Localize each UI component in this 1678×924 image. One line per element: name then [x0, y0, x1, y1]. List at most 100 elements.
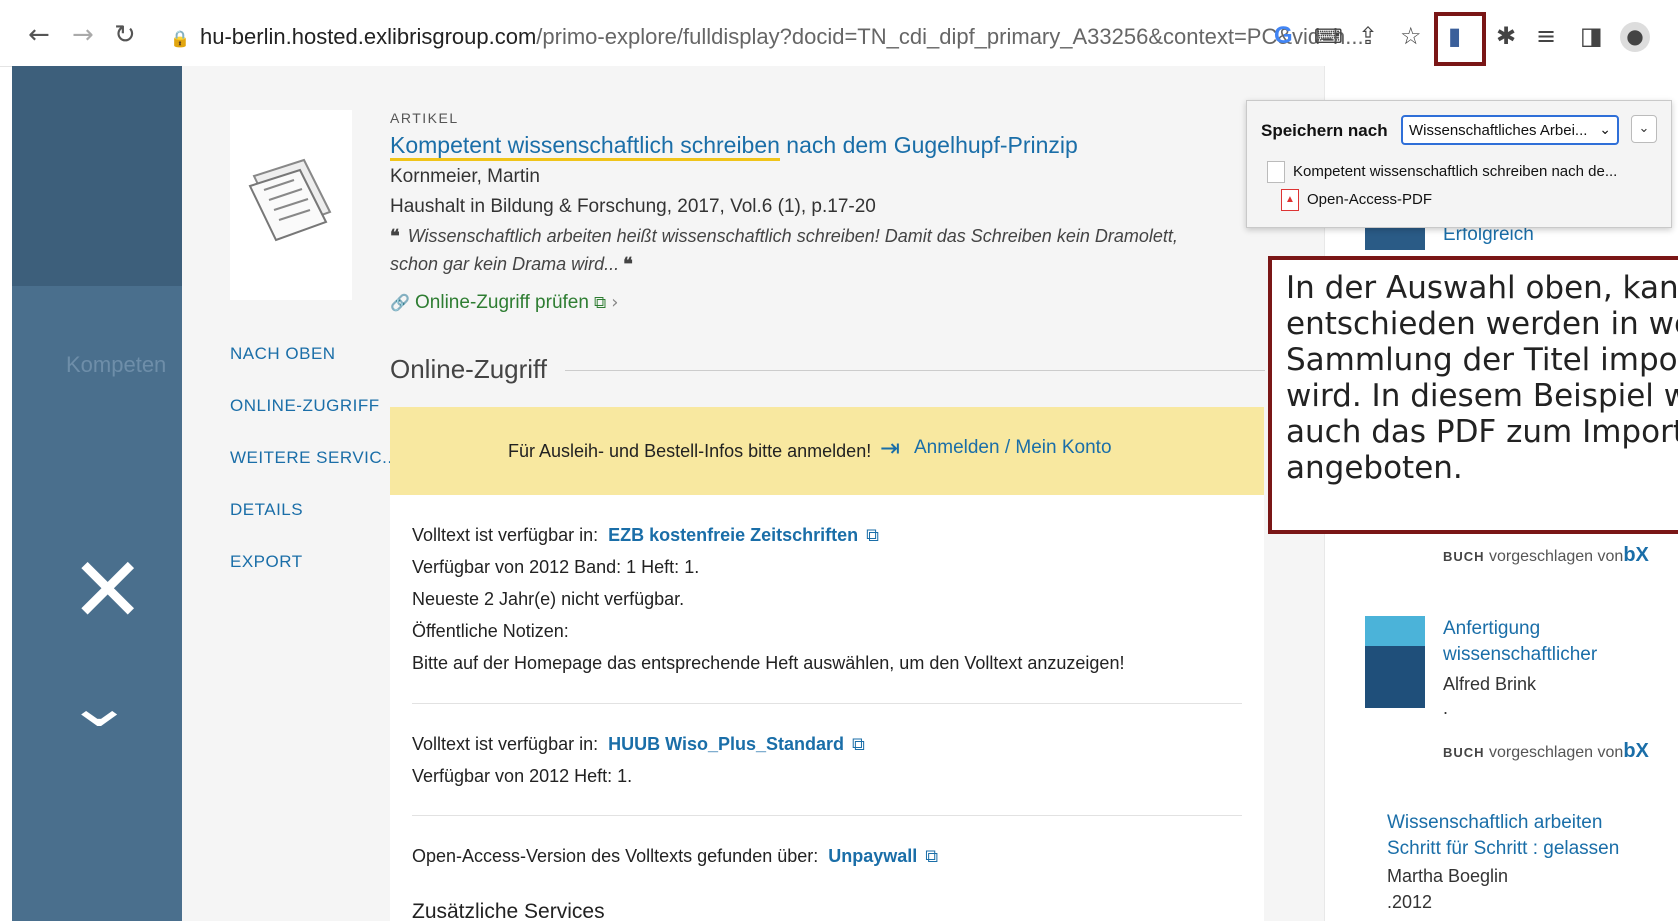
record-snippet: ❝ Wissenschaftlich arbeiten heißt wissens… [390, 222, 1190, 278]
oa-prefix: Open-Access-Version des Volltexts gefund… [412, 846, 819, 866]
close-icon[interactable]: ✕ [70, 546, 145, 636]
nav-details[interactable]: DETAILS [230, 500, 303, 520]
access-entry-1-line-5: Bitte auf der Homepage das entsprechende… [412, 653, 1125, 673]
access-prefix: Volltext ist verfügbar in: [412, 525, 599, 545]
bx-logo: bX [1623, 544, 1649, 566]
annotation-callout: In der Auswahl oben, kann entschieden we… [1268, 256, 1678, 534]
save-to-popup: Speichern nach Wissenschaftliches Arbei.… [1246, 100, 1672, 228]
related-item-1-title[interactable]: Anfertigung wissenschaftlicher [1443, 616, 1597, 668]
check-access-row[interactable]: 🔗 Online-Zugriff prüfen ⧉ › [390, 292, 618, 314]
access-entry-2-line-1: Volltext ist verfügbar in: HUUB Wiso_Plu… [412, 734, 865, 755]
access-entry-1-line-3: Neueste 2 Jahr(e) nicht verfügbar. [412, 589, 685, 609]
login-link[interactable]: ⇥ Anmelden / Mein Konto [880, 435, 1112, 462]
suggest-type: BUCH [1443, 549, 1485, 564]
login-link-label: Anmelden / Mein Konto [914, 437, 1112, 458]
huub-link[interactable]: HUUB Wiso_Plus_Standard [608, 734, 844, 754]
ezb-link[interactable]: EZB kostenfreie Zeitschriften [608, 525, 858, 545]
bookmark-star-icon[interactable]: ☆ [1400, 22, 1422, 50]
pdf-icon: ▲ [1281, 189, 1299, 211]
reading-list-icon[interactable]: ≡ [1536, 22, 1556, 50]
related-item-2-title[interactable]: Wissenschaftlich arbeiten Schritt für Sch… [1387, 810, 1619, 862]
access-entry-1-line-2: Verfügbar von 2012 Band: 1 Heft: 1. [412, 557, 700, 577]
external-link-icon: ⧉ [866, 525, 880, 545]
save-to-label: Speichern nach [1261, 121, 1388, 140]
chevron-down-icon: ⌄ [1599, 121, 1611, 137]
check-access-link[interactable]: Online-Zugriff prüfen [415, 292, 589, 313]
reload-icon[interactable]: ↻ [114, 20, 136, 50]
menu-kebab-icon[interactable]: ⋮ [1668, 22, 1678, 50]
snippet-line-1: Wissenschaftlich arbeiten heißt wissensc… [407, 226, 1178, 246]
import-item-pdf[interactable]: ▲ Open-Access-PDF [1281, 189, 1432, 211]
import-item-pdf-label: Open-Access-PDF [1307, 190, 1433, 208]
external-link-icon: ⧉ [594, 293, 607, 312]
item1-title-line-1: Anfertigung [1443, 618, 1541, 639]
collection-select[interactable]: Wissenschaftliches Arbei... ⌄ [1401, 115, 1619, 145]
document-icon [248, 158, 332, 242]
suggest-text: vorgeschlagen von [1484, 744, 1624, 761]
share-icon[interactable]: ⇪ [1358, 22, 1378, 50]
document-icon [1267, 161, 1285, 183]
record-thumbnail [230, 110, 352, 300]
quote-close-icon: ❝ [623, 254, 633, 274]
access-panel: Volltext ist verfügbar in: EZB kostenfre… [390, 495, 1264, 923]
unpaywall-link[interactable]: Unpaywall [828, 846, 917, 866]
login-message: Für Ausleih- und Bestell-Infos bitte anm… [508, 441, 872, 461]
suggestion-source-1: BUCH vorgeschlagen vonbX [1443, 544, 1649, 567]
external-link-icon: ⧉ [925, 846, 939, 866]
access-divider [412, 703, 1242, 704]
item2-title-line-1: Wissenschaftlich arbeiten [1387, 812, 1603, 833]
open-access-line: Open-Access-Version des Volltexts gefund… [412, 846, 938, 867]
item1-title-line-2: wissenschaftlicher [1443, 644, 1598, 665]
access-entry-1-line-4: Öffentliche Notizen: [412, 621, 569, 641]
link-icon: 🔗 [390, 293, 410, 312]
title-highlight: Kompetent wissenschaftlich schreiben [390, 132, 780, 161]
snippet-line-2: schon gar kein Drama wird... [390, 254, 620, 274]
access-prefix: Volltext ist verfügbar in: [412, 734, 599, 754]
lock-icon: 🔒 [170, 29, 190, 48]
import-item-title-label: Kompetent wissenschaftlich schreiben nac… [1293, 162, 1618, 180]
profile-avatar-icon[interactable]: ● [1620, 22, 1650, 52]
chevron-down-icon: ⌄ [1638, 121, 1650, 136]
suggest-type: BUCH [1443, 745, 1485, 760]
bx-logo: bX [1623, 740, 1649, 762]
chevron-down-icon[interactable]: ⌄ [64, 676, 134, 736]
record-title[interactable]: Kompetent wissenschaftlich schreiben nac… [390, 132, 1078, 161]
access-entry-2-line-2: Verfügbar von 2012 Heft: 1. [412, 766, 633, 786]
extension-highlight-box [1434, 12, 1486, 66]
extensions-puzzle-icon[interactable]: ✱ [1496, 22, 1516, 50]
related-item-1-dot: . [1443, 698, 1449, 718]
nav-more-services[interactable]: WEITERE SERVIC... [230, 448, 398, 468]
left-overlay-panel: Kompeten ✕ ⌄ [12, 66, 182, 921]
suggestion-source-2: BUCH vorgeschlagen vonbX [1443, 740, 1649, 763]
access-entry-1-line-1: Volltext ist verfügbar in: EZB kostenfre… [412, 525, 879, 546]
annotation-text: In der Auswahl oben, kann entschieden we… [1286, 270, 1678, 486]
side-panel-icon[interactable]: ◨ [1580, 22, 1603, 50]
item2-title-line-2: Schritt für Schritt : gelassen [1387, 838, 1620, 859]
record-author: Kornmeier, Martin [390, 166, 540, 187]
address-bar[interactable]: hu-berlin.hosted.exlibrisgroup.com/primo… [200, 24, 1364, 50]
nav-top[interactable]: NACH OBEN [230, 344, 336, 364]
forward-icon[interactable]: → [72, 20, 94, 50]
url-host: hu-berlin.hosted.exlibrisgroup.com [200, 24, 537, 49]
external-link-icon: ⧉ [852, 734, 865, 754]
login-banner: Für Ausleih- und Bestell-Infos bitte anm… [390, 407, 1264, 495]
collection-select-value: Wissenschaftliches Arbei... [1409, 122, 1588, 139]
more-options-button[interactable]: ⌄ [1631, 115, 1657, 143]
browser-toolbar: ← → ↻ 🔒 hu-berlin.hosted.exlibrisgroup.c… [0, 0, 1678, 67]
record-source: Haushalt in Bildung & Forschung, 2017, V… [390, 196, 876, 217]
back-icon[interactable]: ← [28, 20, 50, 50]
nav-online-access[interactable]: ONLINE-ZUGRIFF [230, 396, 380, 416]
translate-icon[interactable]: ⌨ [1314, 22, 1343, 50]
library-header-background [12, 66, 182, 286]
google-icon[interactable]: G [1274, 22, 1293, 50]
import-item-title[interactable]: Kompetent wissenschaftlich schreiben nac… [1267, 161, 1617, 183]
related-item-2-year: .2012 [1387, 892, 1433, 912]
related-item-2-author: Martha Boeglin [1387, 866, 1509, 886]
overlay-search-text: Kompeten [66, 352, 167, 377]
suggest-text: vorgeschlagen von [1484, 548, 1624, 565]
book-cover-1[interactable] [1365, 616, 1425, 708]
nav-export[interactable]: EXPORT [230, 552, 303, 572]
section-title: Online-Zugriff [390, 354, 548, 384]
more-services-heading: Zusätzliche Services [412, 900, 605, 923]
record-type: ARTIKEL [390, 110, 459, 126]
